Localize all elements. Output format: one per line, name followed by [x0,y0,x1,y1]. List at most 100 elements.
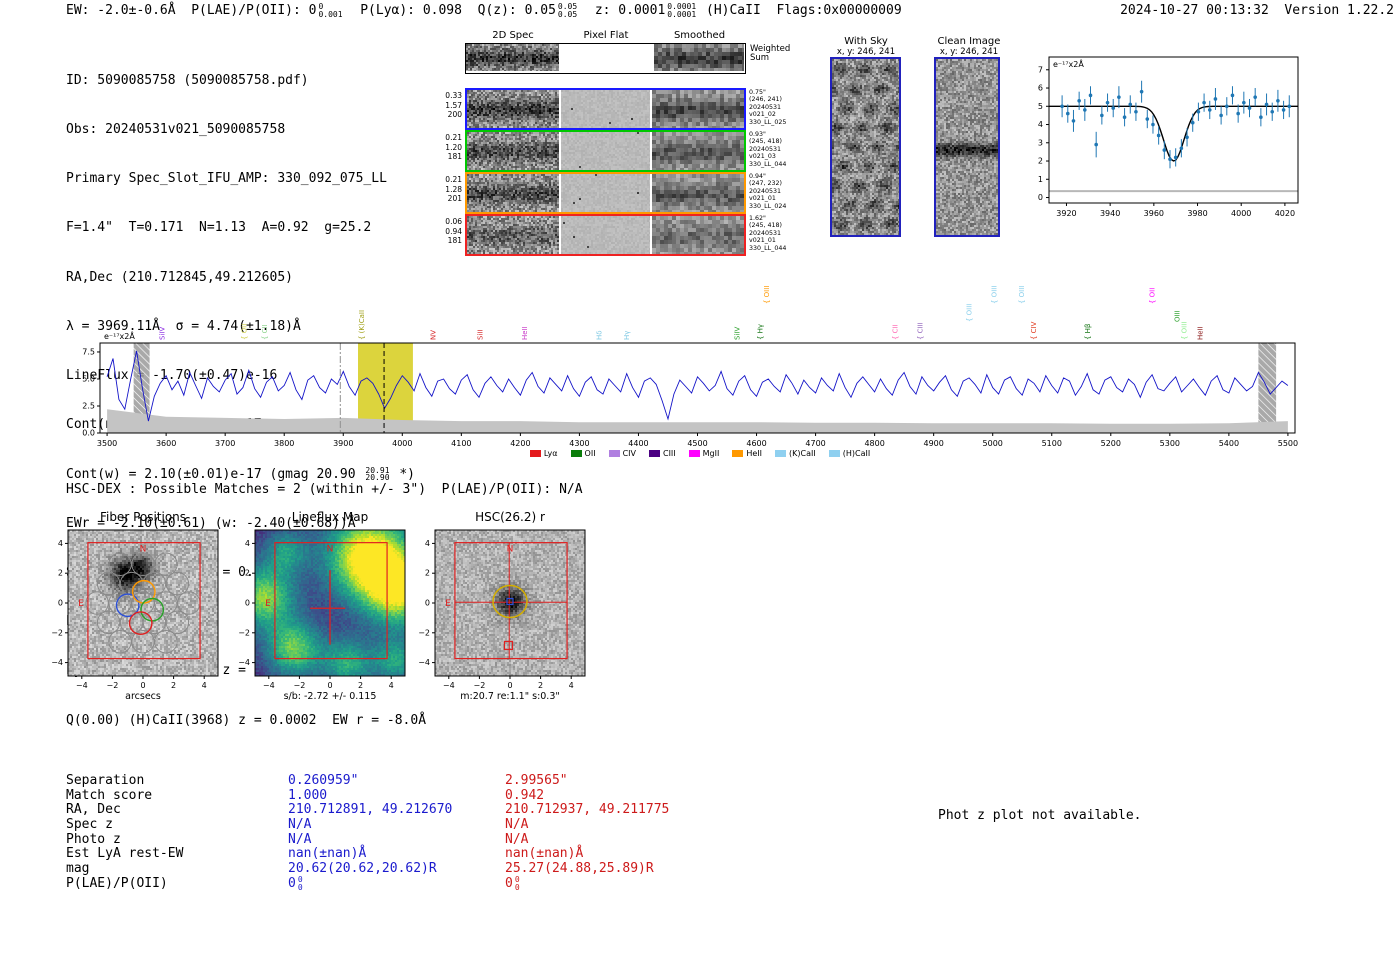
fiber-outline [108,552,132,576]
match1-est-lya-rest-ew: nan(±nan)Å [288,846,367,861]
hsc-r-overlay: −4 −4 −2 −2 0 0 2 2 4 4 N E [418,529,586,690]
fiber-row-meta: 0.94" (247, 232) 20240531 v021_01 330_LL_024 [749,173,786,210]
fiber-weight-value: 1.57 [445,100,462,110]
line-marker-label: { CII [261,324,269,340]
plae-poii-text: P(LAE)/P(OII): 0 [191,3,317,18]
fiber-row-weights: 0.21 1.28 201 [432,175,462,204]
info-qz-caii: Q(0.00) (H)CaII(3968) z = 0.0002 EW r = … [66,712,427,728]
compass-east: E [445,599,451,609]
x-tick-label: −2 [294,681,306,690]
gmag-fraction: 20.91 20.90 [365,466,390,483]
with-sky-image-frame [830,57,901,237]
fiber-row-meta: 0.93" (245, 418) 20240531 v021_03 330_LL_044 [749,131,786,168]
weighted-2d-spec-image [466,44,559,71]
gmag-sub: 20.90 [365,473,390,483]
line-marker-label: { OII [1148,288,1156,304]
data-point [1077,99,1081,103]
x-tick-label: 3800 [274,439,294,448]
clean-image [936,59,998,235]
line-marker-label: { Hβ [1084,324,1092,340]
x-tick-label: 5000 [983,439,1003,448]
y-tick-label: 0 [58,599,63,608]
legend-swatch [775,450,787,457]
fiber-meta-line: 20240531 [749,145,782,153]
hsc-r-caption: m:20.7 re:1.1" s:0.3" [460,691,560,702]
lineflux-map-caption: s/b: -2.72 +/- 0.115 [283,691,377,702]
fiber-meta-line: 20240531 [749,229,782,237]
twod-fiber-row [465,130,746,172]
info-id: ID: 5090085758 (5090085758.pdf) [66,72,309,88]
legend-item: Lyα [529,449,558,458]
fiber-outline [108,630,132,654]
z-fraction: 0.0001 0.0001 [667,3,696,18]
data-point [1139,89,1144,94]
line-marker-label: HeII [1196,326,1204,340]
match2-mag: 25.27(24.88,25.89)R [505,861,654,876]
x-tick-label: 5200 [1101,439,1121,448]
fiber-outline [119,571,144,596]
x-tick-label: 4000 [392,439,412,448]
weighted-label-line2: Sum [750,53,770,63]
fiber-outline [154,552,178,576]
fiber-meta-line: 0.75" [749,89,766,96]
match2-plae-value: 0 [505,876,513,891]
fiber-positions-overlay: −4 −4 −2 −2 0 0 2 2 4 4 N E [51,529,219,690]
data-point [1202,100,1206,105]
y-tick-label: −4 [51,658,63,667]
fiber-meta-line: (245, 418) [749,222,782,230]
neighbor-marker [503,640,514,651]
legend-label: OII [584,449,596,458]
fiber-weight-value: 201 [447,194,462,203]
match2-photo-z: N/A [505,832,529,847]
legend-swatch [828,450,840,457]
match1-ra-dec: 210.712891, 49.212670 [288,802,453,817]
data-point [1242,100,1246,105]
qz-fraction: 0.05 0.05 [558,3,577,18]
weighted-sum-strip [465,43,746,74]
y-tick-label: 2.5 [82,401,95,410]
y-tick-label: 0 [425,599,430,608]
y-tick-label: 4 [1038,120,1043,129]
data-point [1128,102,1133,107]
elixer-detection-report: EW: -2.0±-0.6Å P(LAE)/P(OII): 0 0 0.001 P(… [0,0,1400,953]
x-tick-label: 0 [327,681,332,690]
fiber-meta-line: v021_01 [749,195,776,203]
extent-box [87,542,201,660]
y-tick-label: 0 [245,599,250,608]
fiber-weight-value: 0.94 [445,226,462,236]
legend-swatch [732,450,744,457]
match1-plae-poii: 000 [288,876,305,891]
fiber-row-spec-image [467,174,559,212]
y-tick-label: −4 [418,658,430,667]
plot-border [1048,56,1299,204]
hsc-r-title: HSC(26.2) r [475,510,545,524]
fiber-meta-line: (246, 241) [749,96,782,104]
line-marker-label: { Hγ [756,324,764,340]
target-marker [506,597,514,606]
row-label-mag: mag [66,861,90,876]
x-tick-label: 5400 [1219,439,1239,448]
legend-item: CIV [608,449,636,458]
z-sub: 0.0001 [667,9,697,19]
data-point [1264,102,1269,107]
fiber-row-sm-image [652,132,744,170]
fiber-outline [96,610,121,635]
data-point [1281,108,1286,112]
flags-text: (H)CaII Flags:0x00000009 [698,3,902,18]
fiber-row-flat-image [561,132,650,170]
x-tick-label: 3500 [97,439,117,448]
x-tick-label: 4 [569,681,574,690]
x-tick-label: 4600 [746,439,766,448]
compass-north: N [327,545,334,555]
fiber-meta-line: 0.93" [749,131,766,138]
match2-spec-z: N/A [505,817,529,832]
match2-plae-fraction: 00 [515,876,520,891]
match2-est-lya-rest-ew: nan(±nan)Å [505,846,584,861]
line-marker-label: SiIV [733,327,741,340]
fiber-meta-line: 330_LL_024 [749,202,787,210]
column-title-2d-spec: 2D Spec [492,30,534,41]
data-point [1088,93,1093,98]
x-tick-label: 4000 [1231,209,1251,218]
x-tick-label: 3700 [215,439,235,448]
match2-plae-sub: 0 [514,882,520,892]
